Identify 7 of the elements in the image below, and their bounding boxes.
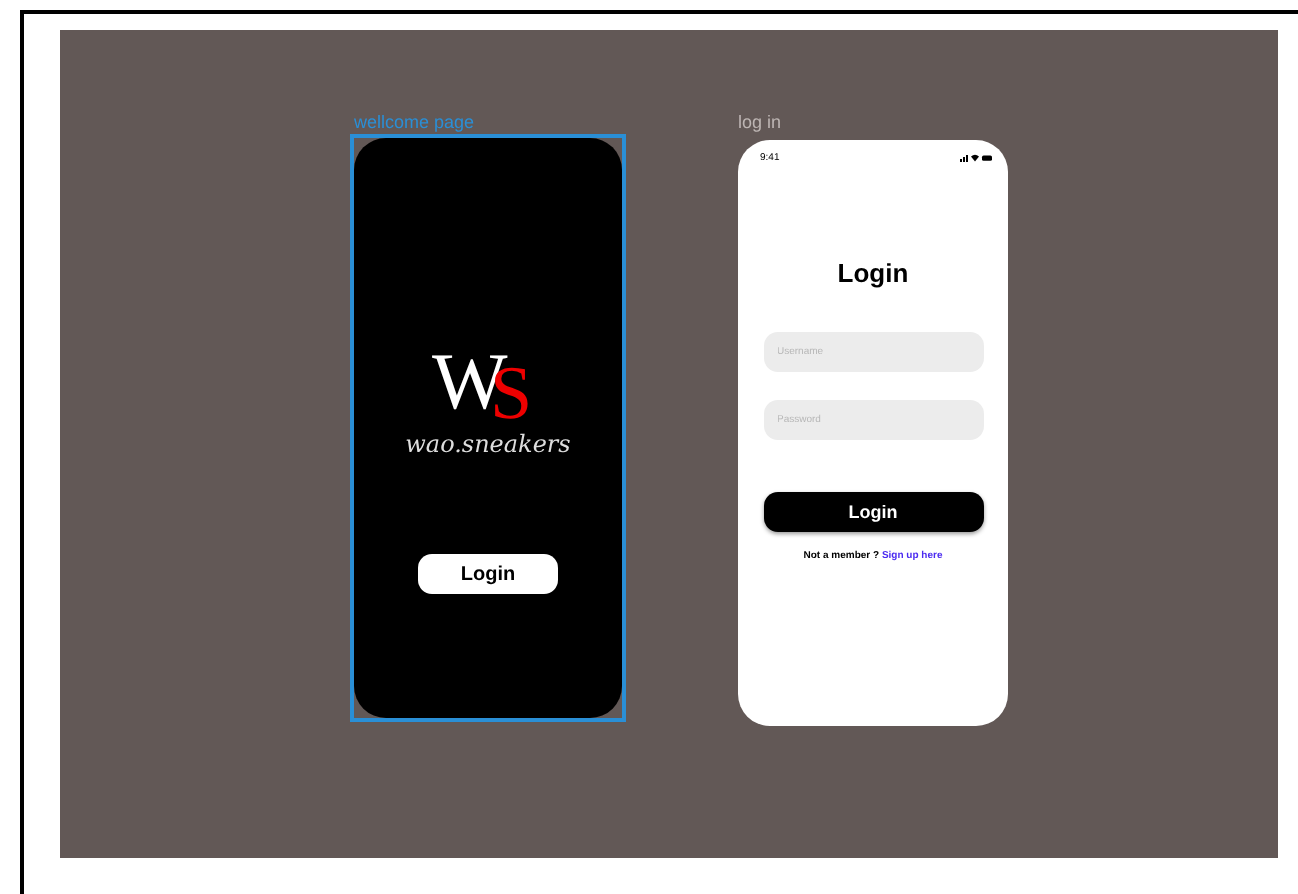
frame-label: wellcome page — [354, 112, 477, 134]
screen-title: Login — [837, 258, 909, 288]
frame-label: log in — [738, 112, 784, 134]
login-button[interactable]: Login — [763, 492, 983, 532]
login-button[interactable]: Login — [418, 554, 558, 594]
brand-name: wao.sneakers — [405, 430, 571, 458]
status-icons — [960, 154, 992, 162]
